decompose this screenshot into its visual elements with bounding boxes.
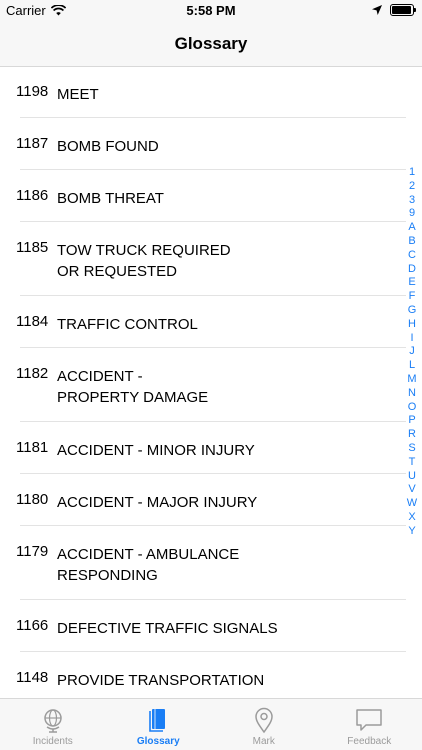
item-code: 1187 bbox=[16, 135, 49, 152]
item-label: ACCIDENT - PROPERTY DAMAGE bbox=[57, 368, 209, 406]
index-letter[interactable]: E bbox=[408, 276, 415, 290]
index-letter[interactable]: X bbox=[408, 511, 415, 525]
index-letter[interactable]: S bbox=[408, 442, 415, 456]
index-letter[interactable]: B bbox=[408, 235, 415, 249]
list-item[interactable]: 1182 ACCIDENT - PROPERTY DAMAGE bbox=[0, 348, 422, 422]
index-letter[interactable]: W bbox=[407, 497, 417, 511]
index-letter[interactable]: 2 bbox=[409, 180, 415, 194]
item-code: 1166 bbox=[16, 617, 49, 634]
item-code: 1185 bbox=[16, 239, 49, 256]
item-code: 1198 bbox=[16, 83, 49, 100]
index-letter[interactable]: 1 bbox=[409, 166, 415, 180]
status-right bbox=[372, 4, 416, 16]
list-item[interactable]: 1184 TRAFFIC CONTROL bbox=[0, 296, 422, 348]
navigation-bar: Glossary bbox=[0, 22, 422, 67]
tab-label: Incidents bbox=[32, 736, 73, 747]
list-item[interactable]: 1179 ACCIDENT - AMBULANCE RESPONDING bbox=[0, 526, 422, 600]
item-label: TOW TRUCK REQUIRED OR REQUESTED bbox=[57, 242, 231, 280]
tab-label: Mark bbox=[252, 736, 275, 747]
index-letter[interactable]: T bbox=[409, 456, 416, 470]
index-letter[interactable]: 3 bbox=[409, 194, 415, 208]
page-title: Glossary bbox=[174, 34, 248, 53]
item-code: 1184 bbox=[16, 313, 49, 330]
book-icon bbox=[149, 709, 166, 732]
location-arrow-icon bbox=[372, 5, 382, 15]
item-label: BOMB THREAT bbox=[57, 190, 164, 207]
index-letter[interactable]: D bbox=[408, 263, 416, 277]
item-code: 1186 bbox=[16, 187, 49, 204]
list-item[interactable]: 1180 ACCIDENT - MAJOR INJURY bbox=[0, 474, 422, 526]
item-label: ACCIDENT - AMBULANCE RESPONDING bbox=[57, 546, 240, 584]
item-label: ACCIDENT - MINOR INJURY bbox=[57, 442, 255, 459]
list-item[interactable]: 1187 BOMB FOUND bbox=[0, 118, 422, 170]
item-label: DEFECTIVE TRAFFIC SIGNALS bbox=[57, 620, 278, 637]
index-letter[interactable]: M bbox=[407, 373, 416, 387]
item-code: 1148 bbox=[16, 669, 49, 686]
map-pin-icon bbox=[254, 707, 273, 734]
index-letter[interactable]: U bbox=[408, 470, 416, 484]
index-letter[interactable]: 9 bbox=[409, 207, 415, 221]
tab-label: Glossary bbox=[136, 736, 180, 747]
tab-mark[interactable]: Mark bbox=[211, 699, 317, 750]
tab-label: Feedback bbox=[347, 736, 392, 747]
item-label: PROVIDE TRANSPORTATION bbox=[57, 672, 265, 689]
list-item[interactable]: 1148 PROVIDE TRANSPORTATION bbox=[0, 652, 422, 699]
item-code: 1182 bbox=[16, 365, 49, 382]
index-letter[interactable]: O bbox=[408, 401, 417, 415]
index-letter[interactable]: L bbox=[409, 359, 415, 373]
item-label: ACCIDENT - MAJOR INJURY bbox=[57, 494, 258, 511]
list-item[interactable]: 1166 DEFECTIVE TRAFFIC SIGNALS bbox=[0, 600, 422, 652]
list-item[interactable]: 1186 BOMB THREAT bbox=[0, 170, 422, 222]
battery-icon bbox=[390, 4, 416, 16]
item-label: BOMB FOUND bbox=[57, 138, 159, 155]
index-letter[interactable]: P bbox=[408, 414, 415, 428]
index-letter[interactable]: R bbox=[408, 428, 416, 442]
item-label: TRAFFIC CONTROL bbox=[57, 316, 198, 333]
tab-glossary[interactable]: Glossary bbox=[106, 699, 212, 750]
tab-bar: Incidents Glossary Mark Feedback bbox=[0, 698, 422, 750]
section-index[interactable]: 1239ABCDEFGHIJLMNOPRSTUVWXY bbox=[405, 166, 419, 539]
list-item[interactable]: 1198 MEET bbox=[0, 66, 422, 118]
index-letter[interactable]: G bbox=[408, 304, 417, 318]
speech-bubble-icon bbox=[356, 709, 382, 731]
index-letter[interactable]: N bbox=[408, 387, 416, 401]
item-code: 1179 bbox=[16, 543, 49, 560]
globe-icon bbox=[44, 709, 62, 733]
index-letter[interactable]: C bbox=[408, 249, 416, 263]
index-letter[interactable]: A bbox=[408, 221, 415, 235]
item-code: 1181 bbox=[16, 439, 49, 456]
list-item[interactable]: 1185 TOW TRUCK REQUIRED OR REQUESTED bbox=[0, 222, 422, 296]
item-label: MEET bbox=[57, 86, 99, 103]
index-letter[interactable]: H bbox=[408, 318, 416, 332]
index-letter[interactable]: Y bbox=[408, 525, 415, 539]
list-item[interactable]: 1181 ACCIDENT - MINOR INJURY bbox=[0, 422, 422, 474]
glossary-list[interactable]: 1198 MEET 1187 BOMB FOUND 1186 BOMB THRE… bbox=[0, 66, 422, 699]
status-time: 5:58 PM bbox=[186, 3, 236, 18]
status-bar: Carrier 5:58 PM bbox=[0, 0, 422, 22]
tab-feedback[interactable]: Feedback bbox=[317, 699, 422, 750]
index-letter[interactable]: V bbox=[408, 483, 415, 497]
item-code: 1180 bbox=[16, 491, 49, 508]
index-letter[interactable]: F bbox=[409, 290, 416, 304]
tab-incidents[interactable]: Incidents bbox=[0, 699, 106, 750]
index-letter[interactable]: I bbox=[410, 332, 413, 346]
index-letter[interactable]: J bbox=[409, 345, 415, 359]
